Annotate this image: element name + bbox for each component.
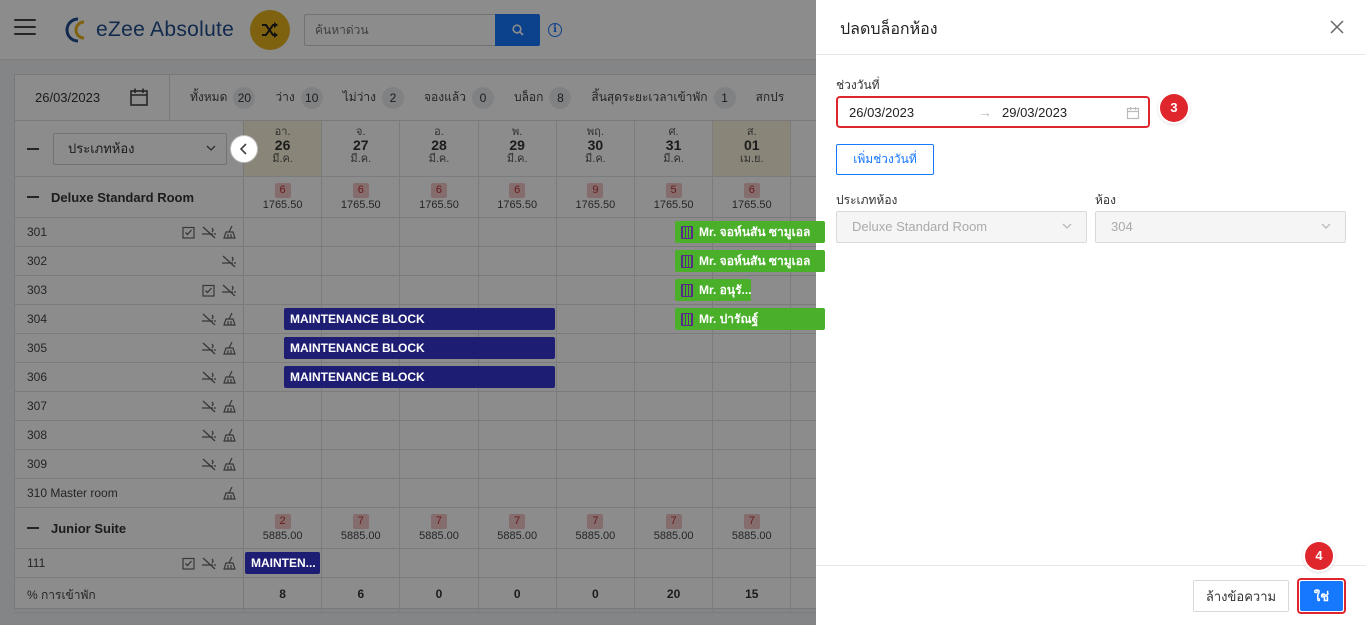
calendar-icon[interactable] <box>1126 106 1140 120</box>
date-range-label: ช่วงวันที่ <box>836 78 880 92</box>
chevron-down-icon <box>1321 223 1331 229</box>
add-date-range-button[interactable]: เพิ่มช่วงวันที่ <box>836 144 934 175</box>
maintenance-block-bar[interactable]: MAINTENANCE BLOCK <box>284 308 555 330</box>
room-select: 304 <box>1095 211 1346 243</box>
date-to-field[interactable]: 29/03/2023 <box>1002 105 1067 120</box>
close-icon[interactable] <box>1330 20 1344 34</box>
maintenance-block-bar[interactable]: MAINTEN... <box>245 552 320 574</box>
room-type-value: Deluxe Standard Room <box>852 219 988 234</box>
reservation-bar[interactable]: Mr. ปารัณฐ์ <box>675 308 825 330</box>
room-type-select: Deluxe Standard Room <box>836 211 1087 243</box>
date-range-picker[interactable]: 26/03/2023 → 29/03/2023 <box>836 96 1150 128</box>
maintenance-block-bar[interactable]: MAINTENANCE BLOCK <box>284 366 555 388</box>
prev-dates-button[interactable] <box>230 135 258 163</box>
reservation-bar[interactable]: Mr. จอห์นสัน ซามูเอล <box>675 250 825 272</box>
date-from-field[interactable]: 26/03/2023 <box>849 105 914 120</box>
reservation-bar[interactable]: Mr. จอห์นสัน ซามูเอล <box>675 221 825 243</box>
chevron-left-icon <box>240 143 247 155</box>
range-arrow-icon: → <box>978 104 992 120</box>
room-label: ห้อง <box>1095 193 1116 207</box>
step-marker: 4 <box>1305 542 1333 570</box>
step-marker: 3 <box>1160 94 1188 122</box>
chevron-down-icon <box>1062 223 1072 229</box>
reservation-bar[interactable]: Mr. อนุรั... <box>675 279 751 301</box>
drawer-title: ปลดบล็อกห้อง <box>840 21 938 38</box>
room-value: 304 <box>1111 219 1133 234</box>
maintenance-block-bar[interactable]: MAINTENANCE BLOCK <box>284 337 555 359</box>
drawer-header: ปลดบล็อกห้อง <box>816 0 1366 55</box>
unblock-room-drawer: ปลดบล็อกห้อง <box>816 0 1366 625</box>
room-type-label: ประเภทห้อง <box>836 193 898 207</box>
clear-button[interactable]: ล้างข้อความ <box>1193 580 1289 612</box>
ok-button[interactable]: ใช่ <box>1300 581 1343 611</box>
